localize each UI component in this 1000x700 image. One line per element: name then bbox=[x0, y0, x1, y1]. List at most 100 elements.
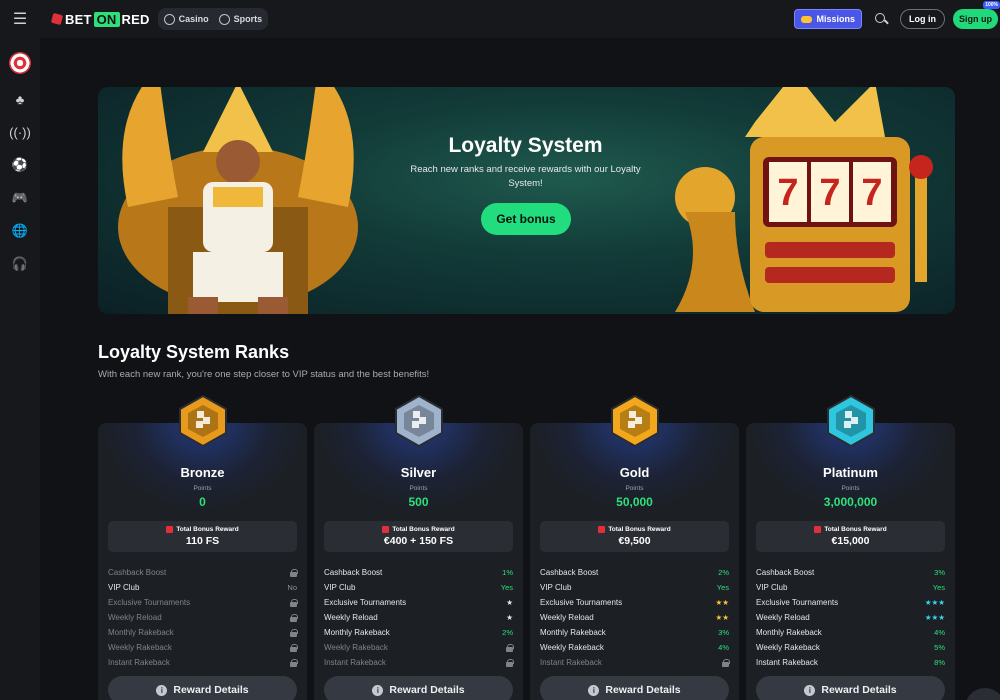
benefit-value: Yes bbox=[716, 583, 729, 592]
benefit-row: Monthly Rakeback 3% bbox=[540, 625, 729, 640]
total-bonus-value: €400 + 150 FS bbox=[383, 535, 454, 547]
menu-icon[interactable]: ☰ bbox=[0, 0, 40, 38]
rank-card-gold: Gold Points 50,000 Total Bonus Reward €9,500… bbox=[530, 395, 739, 700]
benefit-value: Yes bbox=[500, 583, 513, 592]
sidebar: ♣ ((·)) ⚽ 🎮 🌐 🎧 bbox=[0, 38, 40, 700]
benefit-name: Exclusive Tournaments bbox=[756, 598, 839, 607]
benefit-value: 4% bbox=[718, 643, 729, 652]
benefit-name: VIP Club bbox=[756, 583, 788, 592]
lock-icon bbox=[290, 598, 298, 607]
total-bonus-box: Total Bonus Reward €9,500 bbox=[540, 521, 729, 552]
benefit-value: 3% bbox=[934, 568, 945, 577]
benefit-value: 1% bbox=[502, 568, 513, 577]
logo-bet: BET bbox=[65, 11, 92, 27]
get-bonus-button[interactable]: Get bonus bbox=[481, 203, 571, 235]
rank-name: Silver bbox=[400, 465, 437, 480]
sports-tab[interactable]: Sports bbox=[218, 13, 263, 25]
benefit-name: Monthly Rakeback bbox=[324, 628, 390, 637]
benefit-row: Instant Rakeback 8% bbox=[756, 655, 945, 670]
reward-details-button[interactable]: i Reward Details bbox=[108, 676, 297, 700]
rank-badge-icon bbox=[611, 395, 659, 447]
benefit-row: Monthly Rakeback 2% bbox=[324, 625, 513, 640]
benefit-row: Cashback Boost bbox=[108, 565, 298, 580]
benefit-row: Weekly Rakeback bbox=[108, 640, 298, 655]
globe-icon[interactable]: 🌐 bbox=[12, 223, 28, 239]
benefit-value: No bbox=[287, 583, 297, 592]
rank-card-platinum: Platinum Points 3,000,000 Total Bonus Rewar… bbox=[746, 395, 955, 700]
reward-details-button[interactable]: i Reward Details bbox=[540, 676, 729, 700]
benefit-name: Cashback Boost bbox=[108, 568, 167, 577]
benefit-name: Exclusive Tournaments bbox=[108, 598, 191, 607]
benefit-row: Cashback Boost 1% bbox=[324, 565, 513, 580]
benefit-name: Instant Rakeback bbox=[108, 658, 170, 667]
reward-details-button[interactable]: i Reward Details bbox=[756, 676, 945, 700]
points-label: Points bbox=[193, 485, 212, 492]
benefit-name: Exclusive Tournaments bbox=[324, 598, 407, 607]
total-bonus-label: Total Bonus Reward bbox=[824, 526, 887, 533]
benefit-row: Weekly Rakeback 4% bbox=[540, 640, 729, 655]
cherries-icon[interactable]: ♣ bbox=[12, 91, 28, 107]
info-icon: i bbox=[804, 684, 816, 696]
benefit-name: Weekly Reload bbox=[324, 613, 378, 622]
slot-reel-1: 7 bbox=[777, 172, 798, 214]
benefit-name: Weekly Reload bbox=[756, 613, 810, 622]
casino-tab-label: Casino bbox=[178, 14, 209, 24]
headset-icon[interactable]: 🎧 bbox=[12, 256, 28, 272]
reward-details-button[interactable]: i Reward Details bbox=[324, 676, 513, 700]
missions-label: Missions bbox=[816, 14, 855, 24]
rank-badge-icon bbox=[395, 395, 443, 447]
product-switch: Casino Sports bbox=[157, 8, 269, 30]
benefit-name: Instant Rakeback bbox=[324, 658, 386, 667]
benefit-name: Monthly Rakeback bbox=[540, 628, 606, 637]
reward-details-label: Reward Details bbox=[821, 684, 897, 696]
reward-details-label: Reward Details bbox=[173, 684, 249, 696]
benefit-name: Instant Rakeback bbox=[540, 658, 602, 667]
signup-button[interactable]: Sign up 100% bbox=[953, 1, 1000, 29]
loyalty-hero-banner: 7 7 7 Loyalty System Reach new ranks and… bbox=[98, 87, 955, 314]
lock-icon bbox=[290, 613, 298, 622]
missions-button[interactable]: Missions bbox=[794, 9, 862, 29]
logo-on: ON bbox=[93, 11, 120, 27]
gamepad-icon[interactable]: 🎮 bbox=[12, 190, 28, 206]
benefit-value: ★★★ bbox=[924, 613, 945, 622]
points-value: 3,000,000 bbox=[823, 495, 878, 509]
chat-bubble-button[interactable] bbox=[965, 688, 1000, 700]
search-icon[interactable] bbox=[874, 12, 888, 26]
total-bonus-label: Total Bonus Reward bbox=[392, 526, 455, 533]
benefits-list: Cashback Boost 2% VIP Club Yes Exclusive Tou… bbox=[540, 565, 730, 670]
target-icon[interactable] bbox=[9, 52, 31, 74]
total-bonus-value: €9,500 bbox=[618, 535, 651, 547]
slot-reel-3: 7 bbox=[861, 172, 882, 214]
pharaoh-illustration bbox=[118, 87, 358, 314]
benefit-row: Weekly Rakeback bbox=[324, 640, 514, 655]
rank-name: Gold bbox=[619, 465, 650, 480]
dice-icon bbox=[50, 12, 64, 26]
gift-icon bbox=[382, 526, 390, 533]
soccer-ball-icon bbox=[218, 13, 230, 25]
logo[interactable]: BET ON RED bbox=[50, 11, 150, 27]
total-bonus-value: €15,000 bbox=[831, 535, 870, 547]
benefit-name: Cashback Boost bbox=[324, 568, 383, 577]
benefit-name: VIP Club bbox=[324, 583, 356, 592]
cherries-icon bbox=[163, 13, 175, 25]
benefit-row: Instant Rakeback bbox=[324, 655, 514, 670]
total-bonus-label: Total Bonus Reward bbox=[608, 526, 671, 533]
benefit-row: VIP Club Yes bbox=[540, 580, 729, 595]
points-label: Points bbox=[625, 485, 644, 492]
sports-tab-label: Sports bbox=[233, 14, 263, 24]
benefits-list: Cashback Boost 3% VIP Club Yes Exclusive Tou… bbox=[756, 565, 945, 670]
benefit-row: Monthly Rakeback bbox=[108, 625, 298, 640]
benefit-row: Weekly Rakeback 5% bbox=[756, 640, 945, 655]
gift-icon bbox=[598, 526, 606, 533]
benefit-value: ★★ bbox=[715, 613, 729, 622]
live-broadcast-icon[interactable]: ((·)) bbox=[9, 124, 31, 140]
casino-tab[interactable]: Casino bbox=[163, 13, 209, 25]
benefit-row: Weekly Reload ★★★ bbox=[756, 610, 945, 625]
benefit-value: 5% bbox=[934, 643, 945, 652]
soccer-ball-icon[interactable]: ⚽ bbox=[12, 157, 28, 173]
benefit-row: Weekly Reload bbox=[108, 610, 298, 625]
login-button[interactable]: Log in bbox=[900, 9, 945, 29]
benefit-name: Weekly Rakeback bbox=[108, 643, 172, 652]
benefit-name: Monthly Rakeback bbox=[108, 628, 174, 637]
benefits-list: Cashback Boost 1% VIP Club Yes Exclusive Tou… bbox=[324, 565, 514, 670]
